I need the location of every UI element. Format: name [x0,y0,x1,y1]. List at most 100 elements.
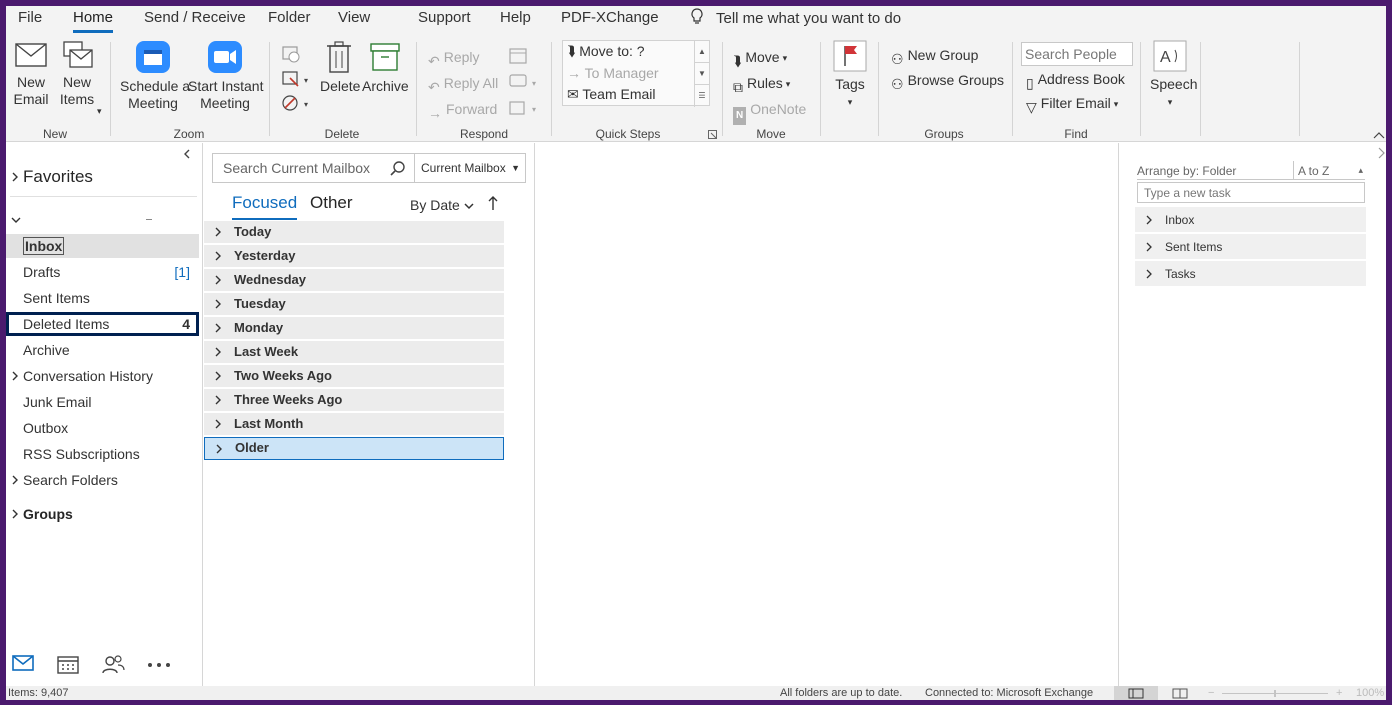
start-instant-meeting-button[interactable]: Start Instant Meeting [188,40,264,112]
favorites-header[interactable]: Favorites [10,167,93,187]
junk-icon[interactable]: ▾ [280,92,314,114]
normal-view-button[interactable] [1114,686,1158,700]
move-button[interactable]: ⮯ Move ▾ [733,48,787,70]
sort-direction-icon[interactable] [488,195,498,211]
zoom-out-button[interactable]: − [1208,686,1214,700]
tab-focused[interactable]: Focused [232,193,298,220]
move-to-icon: ⮯ [567,43,580,59]
zoom-slider-thumb[interactable] [1274,690,1276,697]
im-reply-icon[interactable]: ▾ [508,72,542,92]
groups-header[interactable]: Groups [10,506,73,522]
message-group-label: Older [235,440,269,455]
reply-button[interactable]: ↶ Reply [428,48,480,70]
mail-icon[interactable] [12,654,34,672]
calendar-icon[interactable] [57,654,79,674]
browse-groups-button[interactable]: ⚇ Browse Groups [891,71,1004,93]
menu-file[interactable]: File [18,9,42,27]
delete-button[interactable]: Delete [320,40,360,95]
folder-rss-subscriptions[interactable]: RSS Subscriptions [6,442,199,466]
chevron-right-icon[interactable] [1377,147,1385,159]
start-instant-meeting-label: Start Instant Meeting [188,78,264,111]
arrange-by-label[interactable]: Arrange by: Folder [1137,164,1236,178]
menu-send-receive[interactable]: Send / Receive [144,9,246,27]
chevron-down-icon[interactable] [11,216,21,224]
new-items-button[interactable]: New Items ▾ [54,40,102,116]
reading-view-icon[interactable] [1172,688,1188,699]
speech-button[interactable]: A Speech ▾ [1150,40,1197,111]
quick-step-team-email[interactable]: ✉ Team Email [567,86,656,103]
collapse-pane-icon[interactable] [183,149,191,159]
search-scope-dropdown[interactable]: Current Mailbox ▼ [414,153,526,183]
folder-drafts[interactable]: Drafts [1] [6,260,199,284]
folder-sent-items[interactable]: Sent Items [6,286,199,310]
folder-junk-email[interactable]: Junk Email [6,390,199,414]
svg-text:▾: ▾ [304,76,308,85]
tags-button[interactable]: Tags ▾ [832,40,868,111]
folder-outbox[interactable]: Outbox [6,416,199,440]
new-group-button[interactable]: ⚇ New Group [891,46,978,68]
zoom-in-button[interactable]: + [1336,686,1342,700]
message-group-row[interactable]: Monday [204,317,504,340]
schedule-meeting-button[interactable]: Schedule a Meeting [120,40,190,112]
sort-order-dropdown[interactable]: A to Z ▴ [1293,161,1365,179]
people-icon[interactable] [101,654,125,674]
message-group-row[interactable]: Last Week [204,341,504,364]
message-group-row[interactable]: Yesterday [204,245,504,268]
message-group-row[interactable]: Two Weeks Ago [204,365,504,388]
folder-archive[interactable]: Archive [6,338,199,362]
zoom-level[interactable]: 100% [1356,686,1384,700]
onenote-button[interactable]: N OneNote [733,100,806,125]
folder-inbox[interactable]: Inbox [6,234,199,258]
chevron-right-icon[interactable] [11,475,19,485]
tell-me-box[interactable]: Tell me what you want to do [690,8,901,27]
new-task-input[interactable]: Type a new task [1137,182,1365,203]
address-book-button[interactable]: ▯ Address Book [1026,70,1125,92]
scroll-down-icon[interactable]: ▼ [695,63,709,85]
message-group-row[interactable]: Tuesday [204,293,504,316]
folder-search-folders[interactable]: Search Folders [6,468,199,492]
message-group-row[interactable]: Three Weeks Ago [204,389,504,412]
more-respond-icon[interactable]: ▾ [508,98,542,118]
quick-steps-scroll[interactable]: ▲ ▼ ☰ [694,41,709,107]
message-group-row[interactable]: Older [204,437,504,460]
forward-button[interactable]: → Forward [428,100,497,122]
message-group-row[interactable]: Today [204,221,504,244]
folder-pane: Favorites Inbox Drafts [1] Sent Items Del… [6,143,203,686]
message-group-label: Monday [234,320,284,335]
menu-pdfxchange[interactable]: PDF-XChange [561,9,659,27]
sort-by-dropdown[interactable]: By Date [410,197,474,213]
expand-gallery-icon[interactable]: ☰ [695,85,709,107]
tab-other[interactable]: Other [310,193,353,213]
filter-email-button[interactable]: ▽ Filter Email ▾ [1026,94,1118,116]
scroll-up-icon[interactable]: ▲ [695,41,709,63]
new-email-button[interactable]: New Email [12,40,50,108]
search-people-input[interactable]: Search People [1021,42,1133,66]
chevron-right-icon[interactable] [11,371,19,381]
more-dots-icon[interactable] [147,662,171,668]
search-icon[interactable] [390,160,406,176]
task-group-row[interactable]: Sent Items [1135,234,1366,260]
message-group-row[interactable]: Wednesday [204,269,504,292]
task-group-row[interactable]: Inbox [1135,207,1366,233]
reply-all-button[interactable]: ↶ Reply All [428,74,498,96]
menu-help[interactable]: Help [500,9,531,27]
menu-view[interactable]: View [338,9,370,27]
cleanup-icon[interactable]: ▾ [280,69,314,89]
folder-conversation-history[interactable]: Conversation History [6,364,199,388]
archive-button[interactable]: Archive [362,40,409,95]
menu-home[interactable]: Home [73,9,114,33]
message-group-row[interactable]: Last Month [204,413,504,436]
search-mailbox-input[interactable]: Search Current Mailbox [212,153,415,183]
menu-support[interactable]: Support [418,9,471,27]
dialog-launcher-icon[interactable] [708,130,717,139]
meeting-reply-icon[interactable] [508,46,528,66]
folder-deleted-items[interactable]: Deleted Items 4 [6,312,199,336]
quick-step-to-manager[interactable]: → To Manager [567,65,659,81]
task-group-row[interactable]: Tasks [1135,261,1366,287]
menu-folder[interactable]: Folder [268,9,311,27]
quick-step-move-to[interactable]: ⮯ Move to: ? [567,43,645,60]
ignore-icon[interactable] [280,44,302,64]
group-label-groups: Groups [924,127,964,141]
collapse-ribbon-icon[interactable] [1373,131,1385,139]
rules-button[interactable]: ⧉ Rules ▾ [733,74,790,96]
